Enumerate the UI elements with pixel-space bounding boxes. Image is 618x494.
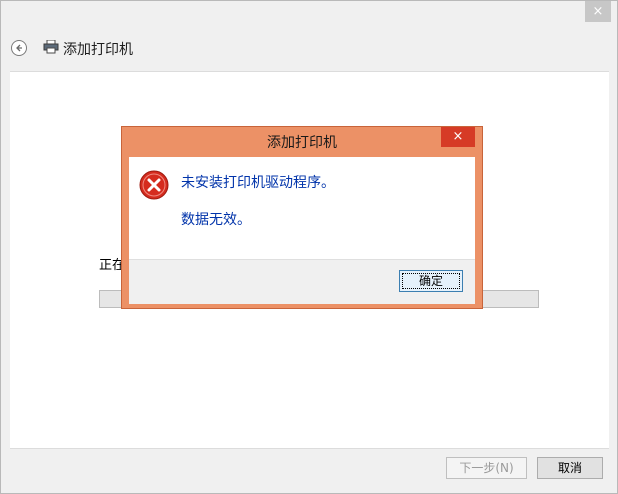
page-title: 添加打印机	[63, 42, 133, 58]
dialog-close-button[interactable]: ×	[441, 127, 475, 147]
error-detail: 数据无效。	[181, 212, 251, 228]
window-header: 添加打印机	[1, 23, 617, 71]
ok-button[interactable]: 确定	[399, 270, 463, 292]
dialog-body: 未安装打印机驱动程序。 数据无效。 确定	[129, 157, 475, 304]
dialog-footer: 确定	[129, 259, 475, 304]
next-button[interactable]: 下一步(N)	[446, 457, 527, 479]
error-dialog: 添加打印机 × 未安装打印机驱动程序。 数据无效。 确定	[121, 126, 483, 309]
close-icon: ×	[452, 129, 464, 144]
dialog-title: 添加打印机	[267, 135, 337, 151]
close-icon: ×	[592, 4, 604, 19]
back-arrow-icon[interactable]	[11, 40, 27, 56]
window-close-button[interactable]: ×	[585, 1, 611, 22]
printer-icon	[43, 40, 59, 54]
cancel-button[interactable]: 取消	[537, 457, 603, 479]
error-icon	[139, 170, 169, 200]
error-message: 未安装打印机驱动程序。	[181, 175, 335, 191]
